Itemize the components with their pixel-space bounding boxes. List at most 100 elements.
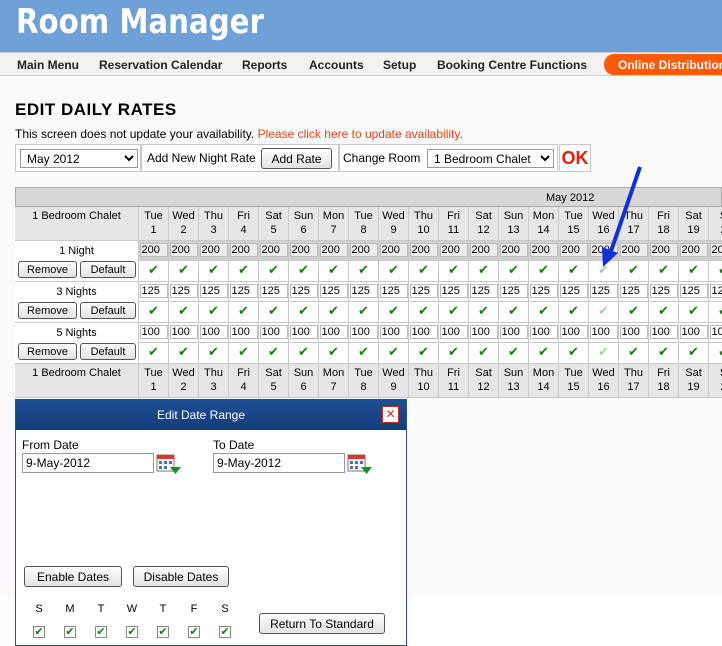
- check-icon[interactable]: ✔: [418, 344, 429, 359]
- check-icon[interactable]: ✔: [328, 262, 339, 277]
- rate-input[interactable]: [140, 284, 168, 298]
- rate-input[interactable]: [230, 243, 258, 257]
- rate-input[interactable]: [530, 325, 558, 339]
- rate-input[interactable]: [710, 325, 722, 339]
- check-icon[interactable]: ✔: [298, 303, 309, 318]
- weekday-checkbox[interactable]: ✔: [33, 626, 45, 638]
- rate-input[interactable]: [680, 284, 708, 298]
- check-icon[interactable]: ✔: [178, 303, 189, 318]
- remove-button[interactable]: Remove: [18, 302, 77, 319]
- rate-input[interactable]: [230, 284, 258, 298]
- check-icon[interactable]: ✔: [178, 344, 189, 359]
- nav-setup[interactable]: Setup: [383, 58, 416, 72]
- rate-input[interactable]: [590, 243, 618, 257]
- check-icon[interactable]: ✔: [688, 344, 699, 359]
- check-icon[interactable]: ✔: [298, 262, 309, 277]
- rate-input[interactable]: [470, 325, 498, 339]
- check-icon[interactable]: ✔: [208, 262, 219, 277]
- check-icon[interactable]: ✔: [718, 303, 722, 318]
- rate-input[interactable]: [680, 325, 708, 339]
- check-icon[interactable]: ✔: [238, 344, 249, 359]
- rate-input[interactable]: [620, 243, 648, 257]
- check-icon[interactable]: ✔: [628, 344, 639, 359]
- check-icon[interactable]: ✔: [448, 303, 459, 318]
- rate-input[interactable]: [290, 243, 318, 257]
- check-icon[interactable]: ✔: [238, 262, 249, 277]
- rate-input[interactable]: [500, 243, 528, 257]
- rate-input[interactable]: [500, 325, 528, 339]
- check-icon[interactable]: ✔: [418, 303, 429, 318]
- rate-input[interactable]: [530, 243, 558, 257]
- return-to-standard-button[interactable]: Return To Standard: [259, 613, 385, 634]
- check-icon[interactable]: ✔: [328, 344, 339, 359]
- rate-input[interactable]: [440, 284, 468, 298]
- nav-reports[interactable]: Reports: [242, 58, 287, 72]
- check-icon[interactable]: ✔: [628, 303, 639, 318]
- rate-input[interactable]: [230, 325, 258, 339]
- check-icon[interactable]: ✔: [658, 262, 669, 277]
- weekday-checkbox[interactable]: ✔: [219, 626, 231, 638]
- check-icon[interactable]: ✔: [628, 262, 639, 277]
- ok-button[interactable]: OK: [559, 144, 591, 172]
- check-icon[interactable]: ✔: [148, 303, 159, 318]
- rate-input[interactable]: [620, 284, 648, 298]
- nav-booking-centre-functions[interactable]: Booking Centre Functions: [437, 58, 587, 72]
- rate-input[interactable]: [650, 284, 678, 298]
- check-icon[interactable]: ✔: [298, 344, 309, 359]
- check-icon[interactable]: ✔: [508, 303, 519, 318]
- to-date-input[interactable]: [213, 453, 345, 473]
- to-calendar-icon[interactable]: [347, 453, 373, 475]
- remove-button[interactable]: Remove: [18, 261, 77, 278]
- check-icon[interactable]: ✔: [448, 262, 459, 277]
- rate-input[interactable]: [200, 284, 228, 298]
- rate-input[interactable]: [380, 325, 408, 339]
- check-icon[interactable]: ✔: [148, 262, 159, 277]
- check-icon[interactable]: ✔: [538, 262, 549, 277]
- nav-reservation-calendar[interactable]: Reservation Calendar: [99, 58, 222, 72]
- check-icon[interactable]: ✔: [718, 344, 722, 359]
- rate-input[interactable]: [470, 243, 498, 257]
- update-availability-link[interactable]: Please click here to update availability…: [258, 127, 463, 141]
- rate-input[interactable]: [560, 284, 588, 298]
- rate-input[interactable]: [260, 243, 288, 257]
- weekday-checkbox[interactable]: ✔: [157, 626, 169, 638]
- check-icon[interactable]: ✔: [388, 303, 399, 318]
- rate-input[interactable]: [680, 243, 708, 257]
- rate-input[interactable]: [290, 325, 318, 339]
- rate-input[interactable]: [650, 243, 678, 257]
- rate-input[interactable]: [650, 325, 678, 339]
- rate-input[interactable]: [170, 243, 198, 257]
- rate-input[interactable]: [500, 284, 528, 298]
- rate-input[interactable]: [320, 325, 348, 339]
- rate-input[interactable]: [320, 243, 348, 257]
- check-icon[interactable]: ✔: [358, 344, 369, 359]
- rate-input[interactable]: [410, 284, 438, 298]
- check-icon[interactable]: ✔: [208, 344, 219, 359]
- room-select[interactable]: 1 Bedroom Chalet: [427, 149, 554, 168]
- check-icon[interactable]: ✔: [658, 303, 669, 318]
- rate-input[interactable]: [380, 243, 408, 257]
- rate-input[interactable]: [200, 243, 228, 257]
- default-button[interactable]: Default: [80, 302, 136, 319]
- check-icon[interactable]: ✔: [568, 262, 579, 277]
- enable-dates-button[interactable]: Enable Dates: [24, 566, 122, 587]
- check-icon[interactable]: ✔: [568, 344, 579, 359]
- rate-input[interactable]: [560, 325, 588, 339]
- weekday-checkbox[interactable]: ✔: [95, 626, 107, 638]
- check-icon[interactable]: ✔: [208, 303, 219, 318]
- rate-input[interactable]: [200, 325, 228, 339]
- rate-input[interactable]: [620, 325, 648, 339]
- nav-accounts[interactable]: Accounts: [309, 58, 364, 72]
- rate-input[interactable]: [440, 243, 468, 257]
- check-icon[interactable]: ✔: [448, 344, 459, 359]
- rate-input[interactable]: [380, 284, 408, 298]
- weekday-checkbox[interactable]: ✔: [126, 626, 138, 638]
- check-icon[interactable]: ✔: [388, 262, 399, 277]
- check-icon[interactable]: ✔: [328, 303, 339, 318]
- rate-input[interactable]: [350, 284, 378, 298]
- rate-input[interactable]: [350, 243, 378, 257]
- check-icon[interactable]: ✔: [358, 303, 369, 318]
- rate-input[interactable]: [260, 284, 288, 298]
- nav-online-distribution[interactable]: Online Distribution: [604, 54, 722, 75]
- rate-input[interactable]: [590, 284, 618, 298]
